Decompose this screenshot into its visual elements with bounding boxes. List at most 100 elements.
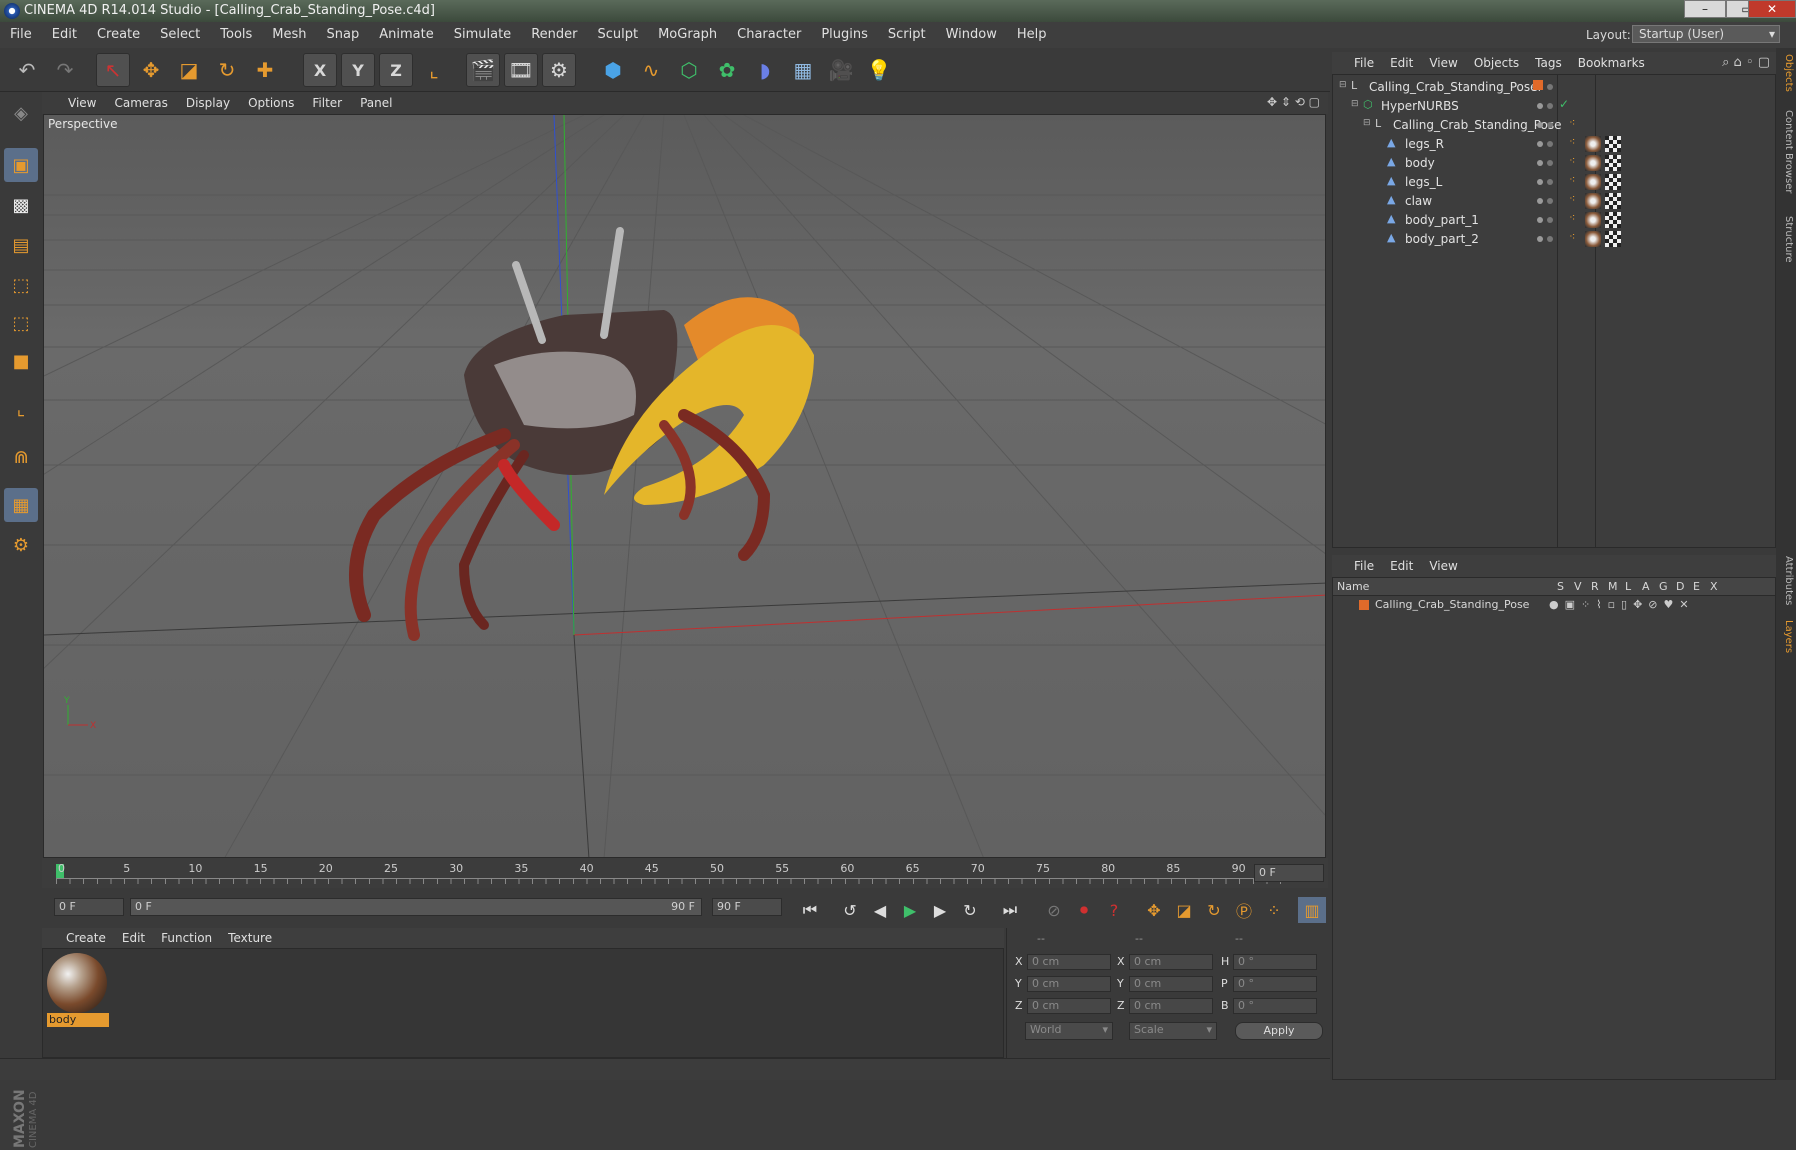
object-row[interactable]: L ⊟ Calling_Crab_Standing_Pose ⁖: [1333, 115, 1775, 136]
go-to-start-icon[interactable]: ⏮: [796, 897, 824, 923]
phong-tag-icon[interactable]: ⁖: [1569, 230, 1575, 243]
render-visibility-dot[interactable]: [1547, 122, 1553, 128]
rotation-b-field[interactable]: 0 °: [1233, 998, 1317, 1014]
material-tag-icon[interactable]: [1585, 212, 1601, 228]
object-menu-edit[interactable]: Edit: [1382, 52, 1421, 74]
record-icon[interactable]: ⊘: [1040, 897, 1068, 923]
object-menu-tags[interactable]: Tags: [1527, 52, 1570, 74]
viewport-menu-cameras[interactable]: Cameras: [105, 92, 176, 114]
tab-structure[interactable]: Structure: [1778, 216, 1794, 263]
floor-icon[interactable]: ▦: [786, 53, 820, 87]
uvw-tag-icon[interactable]: [1605, 231, 1621, 247]
size-mode-dropdown[interactable]: Scale ▾: [1129, 1022, 1217, 1040]
workplane-mode-icon[interactable]: ▤: [4, 228, 38, 262]
record-parameter-icon[interactable]: Ⓟ: [1230, 897, 1258, 923]
layer-flag-header[interactable]: A: [1642, 580, 1650, 593]
apply-button[interactable]: Apply: [1235, 1022, 1323, 1040]
collapse-icon[interactable]: ⊟: [1363, 118, 1371, 128]
menu-tools[interactable]: Tools: [210, 22, 262, 48]
light-icon[interactable]: 💡: [862, 53, 896, 87]
object-row[interactable]: ▲ claw ⁖: [1333, 191, 1775, 212]
menu-mograph[interactable]: MoGraph: [648, 22, 727, 48]
layout-dropdown[interactable]: Startup (User) ▾: [1632, 25, 1780, 43]
phong-tag-icon[interactable]: ⁖: [1569, 192, 1575, 205]
autokey-icon[interactable]: ⏺: [1070, 897, 1098, 923]
previous-key-icon[interactable]: ↺: [836, 897, 864, 923]
layer-color-swatch[interactable]: [1359, 600, 1369, 610]
uvw-tag-icon[interactable]: [1605, 136, 1621, 152]
camera-icon[interactable]: 🎥: [824, 53, 858, 87]
render-picture-viewer-icon[interactable]: 🎞: [504, 53, 538, 87]
object-row[interactable]: ▲ legs_L ⁖: [1333, 172, 1775, 193]
phong-tag-icon[interactable]: ⁖: [1569, 154, 1575, 167]
z-axis-icon[interactable]: Z: [379, 53, 413, 87]
viewport-menu-display[interactable]: Display: [177, 92, 239, 114]
deformer-icon[interactable]: ◗: [748, 53, 782, 87]
object-row[interactable]: L ⊟ Calling_Crab_Standing_Posef: [1333, 77, 1775, 98]
perspective-viewport[interactable]: Y X Perspective: [43, 114, 1326, 858]
render-visibility-dot[interactable]: [1547, 179, 1553, 185]
move-icon[interactable]: ✥: [134, 53, 168, 87]
next-key-icon[interactable]: ↻: [956, 897, 984, 923]
undo-icon[interactable]: ↶: [10, 53, 44, 87]
viewport-menu-view[interactable]: View: [42, 92, 105, 114]
menu-window[interactable]: Window: [936, 22, 1007, 48]
material-tag-icon[interactable]: [1585, 193, 1601, 209]
size-y-field[interactable]: 0 cm: [1129, 976, 1213, 992]
rotation-p-field[interactable]: 0 °: [1233, 976, 1317, 992]
render-settings-icon[interactable]: ⚙: [542, 53, 576, 87]
render-visibility-dot[interactable]: [1547, 84, 1553, 90]
menu-create[interactable]: Create: [87, 22, 150, 48]
tab-content-browser[interactable]: Content Browser: [1778, 110, 1794, 193]
y-axis-icon[interactable]: Y: [341, 53, 375, 87]
nurbs-icon[interactable]: ⬡: [672, 53, 706, 87]
editor-visibility-dot[interactable]: [1537, 160, 1543, 166]
material-menu-function[interactable]: Function: [153, 928, 220, 948]
render-view-icon[interactable]: 🎬: [466, 53, 500, 87]
viewport-menu-panel[interactable]: Panel: [351, 92, 401, 114]
object-name[interactable]: HyperNURBS: [1381, 99, 1459, 113]
make-editable-icon[interactable]: ◈: [4, 96, 38, 130]
keyframe-selection-icon[interactable]: ?: [1100, 897, 1128, 923]
editor-visibility-dot[interactable]: [1537, 217, 1543, 223]
layer-flag-header[interactable]: G: [1659, 580, 1668, 593]
timeline-layout-icon[interactable]: ▥: [1298, 897, 1326, 923]
record-scale-icon[interactable]: ◪: [1170, 897, 1198, 923]
coordinate-system-icon[interactable]: ⌞: [417, 53, 451, 87]
previous-frame-icon[interactable]: ◀: [866, 897, 894, 923]
object-name[interactable]: legs_L: [1405, 175, 1442, 189]
position-z-field[interactable]: 0 cm: [1027, 998, 1111, 1014]
current-frame-field[interactable]: 0 F: [1254, 864, 1324, 882]
render-visibility-dot[interactable]: [1547, 236, 1553, 242]
menu-file[interactable]: File: [0, 22, 42, 48]
layer-flag-header[interactable]: M: [1608, 580, 1618, 593]
layer-menu-edit[interactable]: Edit: [1382, 555, 1421, 577]
snap-settings-icon[interactable]: ⚙: [4, 528, 38, 562]
editor-visibility-dot[interactable]: [1537, 141, 1543, 147]
menu-mesh[interactable]: Mesh: [262, 22, 316, 48]
menu-snap[interactable]: Snap: [317, 22, 370, 48]
position-x-field[interactable]: 0 cm: [1027, 954, 1111, 970]
viewport-menu-options[interactable]: Options: [239, 92, 303, 114]
object-row[interactable]: ▲ body ⁖: [1333, 153, 1775, 174]
material-tag-icon[interactable]: [1585, 155, 1601, 171]
record-rotation-icon[interactable]: ↻: [1200, 897, 1228, 923]
viewport-menu-filter[interactable]: Filter: [303, 92, 351, 114]
object-row[interactable]: ▲ body_part_2 ⁖: [1333, 229, 1775, 250]
axis-mode-icon[interactable]: ⌞: [4, 392, 38, 426]
scale-icon[interactable]: ◪: [172, 53, 206, 87]
object-menu-file[interactable]: File: [1332, 52, 1382, 74]
size-x-field[interactable]: 0 cm: [1129, 954, 1213, 970]
minimize-button[interactable]: –: [1684, 0, 1726, 18]
object-row[interactable]: ▲ legs_R ⁖: [1333, 134, 1775, 155]
layer-flag-header[interactable]: L: [1625, 580, 1631, 593]
object-name[interactable]: legs_R: [1405, 137, 1444, 151]
start-frame-field[interactable]: 0 F: [54, 898, 124, 916]
material-tag-icon[interactable]: [1585, 136, 1601, 152]
editor-visibility-dot[interactable]: [1537, 179, 1543, 185]
rotate-icon[interactable]: ↻: [210, 53, 244, 87]
object-menu-objects[interactable]: Objects: [1466, 52, 1527, 74]
object-name[interactable]: body_part_2: [1405, 232, 1479, 246]
object-name[interactable]: body: [1405, 156, 1435, 170]
layer-flag-icons[interactable]: ●▣⁘⌇▫▯✥⊘♥✕: [1549, 598, 1695, 611]
